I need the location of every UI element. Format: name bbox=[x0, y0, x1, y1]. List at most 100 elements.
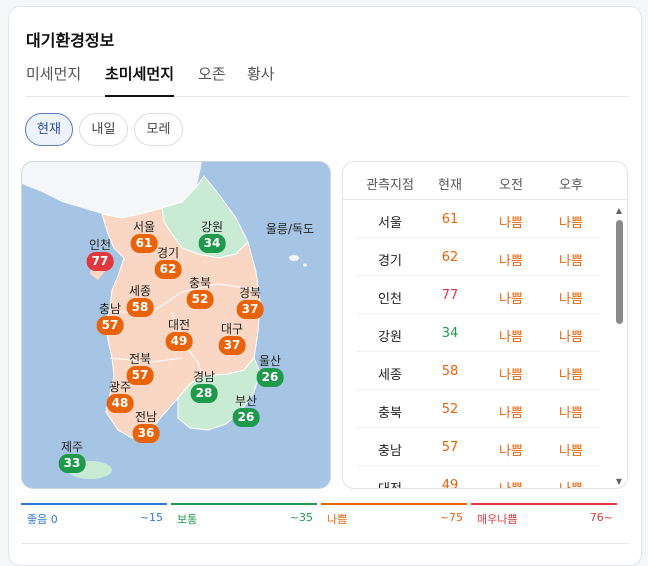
row-am: 나쁨 bbox=[499, 292, 523, 307]
region-label-gyeongbuk: 경북 bbox=[238, 286, 262, 300]
legend-bad-label: 나쁨 bbox=[327, 513, 348, 526]
tab-pm25[interactable]: 초미세먼지 bbox=[105, 63, 175, 97]
row-am: 나쁨 bbox=[499, 330, 523, 345]
legend-normal-max: ~35 bbox=[289, 511, 313, 524]
region-badge-gyeonggi[interactable]: 62 bbox=[154, 260, 182, 279]
row-site: 대전 bbox=[378, 478, 402, 488]
region-badge-daegu[interactable]: 37 bbox=[218, 336, 246, 355]
region-label-daegu: 대구 bbox=[220, 322, 244, 336]
legend-very-bad-max: 76~ bbox=[589, 511, 613, 524]
legend-normal-bar bbox=[171, 503, 317, 505]
station-table: 관측지점 현재 오전 오후 서울 61 나쁨 나쁨 경기 62 나쁨 나쁨 인천… bbox=[342, 161, 628, 489]
day-button-tomorrow[interactable]: 내일 bbox=[79, 113, 128, 146]
region-label-busan: 부산 bbox=[234, 394, 258, 408]
row-now: 52 bbox=[441, 402, 459, 417]
region-label-jeonnam: 전남 bbox=[134, 410, 158, 424]
header-now: 현재 bbox=[438, 178, 462, 193]
table-row[interactable]: 대전 49 나쁨 나쁨 bbox=[357, 466, 599, 489]
day-button-today[interactable]: 현재 bbox=[25, 113, 73, 146]
header-pm: 오후 bbox=[559, 178, 583, 193]
row-pm: 나쁨 bbox=[559, 444, 583, 459]
tab-ozone[interactable]: 오존 bbox=[198, 63, 226, 97]
korea-map: 울릉/독도 서울 61 경기 62 인천 77 강원 34 세종 58 충북 5… bbox=[21, 161, 331, 489]
day-button-day-after[interactable]: 모레 bbox=[134, 113, 183, 146]
region-badge-daejeon[interactable]: 49 bbox=[165, 332, 193, 351]
region-label-gangwon: 강원 bbox=[200, 220, 224, 234]
legend-very-bad-bar bbox=[471, 503, 617, 505]
row-am: 나쁨 bbox=[499, 444, 523, 459]
header-site: 관측지점 bbox=[366, 178, 414, 193]
legend-normal-label: 보통 bbox=[177, 513, 198, 526]
scrollbar-thumb[interactable] bbox=[616, 220, 623, 324]
row-site: 경기 bbox=[378, 254, 402, 269]
region-label-jeju: 제주 bbox=[60, 440, 84, 454]
region-badge-chungnam[interactable]: 57 bbox=[96, 316, 124, 335]
row-site: 서울 bbox=[378, 216, 402, 231]
region-label-incheon: 인천 bbox=[88, 238, 112, 252]
table-row[interactable]: 강원 34 나쁨 나쁨 bbox=[357, 314, 599, 352]
region-badge-gwangju[interactable]: 48 bbox=[106, 394, 134, 413]
row-site: 충남 bbox=[378, 444, 402, 459]
table-row[interactable]: 충북 52 나쁨 나쁨 bbox=[357, 390, 599, 428]
row-site: 세종 bbox=[378, 368, 402, 383]
region-badge-sejong[interactable]: 58 bbox=[126, 298, 154, 317]
legend-good-label: 좋음 0 bbox=[27, 513, 58, 526]
region-badge-ulsan[interactable]: 26 bbox=[256, 368, 284, 387]
row-now: 77 bbox=[441, 288, 459, 303]
scroll-up-arrow-icon[interactable]: ▲ bbox=[615, 206, 623, 215]
region-badge-gyeongbuk[interactable]: 37 bbox=[236, 300, 264, 319]
region-label-jeonbuk: 전북 bbox=[128, 352, 152, 366]
region-label-ulsan: 울산 bbox=[258, 354, 282, 368]
legend-bad-bar bbox=[321, 503, 467, 505]
row-am: 나쁨 bbox=[499, 254, 523, 269]
region-label-sejong: 세종 bbox=[128, 284, 152, 298]
table-row[interactable]: 충남 57 나쁨 나쁨 bbox=[357, 428, 599, 466]
legend-very-bad-label: 매우나쁨 bbox=[477, 513, 518, 526]
row-site: 인천 bbox=[378, 292, 402, 307]
tab-pm10[interactable]: 미세먼지 bbox=[26, 63, 81, 97]
row-am: 나쁨 bbox=[499, 216, 523, 231]
air-quality-card: 대기환경정보 미세먼지 초미세먼지 오존 황사 현재 내일 모레 울릉/독도 서… bbox=[8, 6, 642, 566]
table-header: 관측지점 현재 오전 오후 bbox=[343, 162, 627, 200]
scroll-down-arrow-icon[interactable]: ▼ bbox=[615, 477, 623, 486]
legend-good-bar bbox=[21, 503, 167, 505]
table-scrollbar[interactable]: ▲ ▼ bbox=[615, 206, 623, 486]
table-row[interactable]: 인천 77 나쁨 나쁨 bbox=[357, 276, 599, 314]
region-badge-jeju[interactable]: 33 bbox=[58, 454, 86, 473]
region-label-daejeon: 대전 bbox=[167, 318, 191, 332]
row-site: 강원 bbox=[378, 330, 402, 345]
row-now: 58 bbox=[441, 364, 459, 379]
row-am: 나쁨 bbox=[499, 406, 523, 421]
row-pm: 나쁨 bbox=[559, 292, 583, 307]
region-label-gwangju: 광주 bbox=[108, 380, 132, 394]
region-badge-gyeongnam[interactable]: 28 bbox=[190, 384, 218, 403]
row-pm: 나쁨 bbox=[559, 254, 583, 269]
table-row[interactable]: 세종 58 나쁨 나쁨 bbox=[357, 352, 599, 390]
region-badge-jeonnam[interactable]: 36 bbox=[132, 424, 160, 443]
region-badge-seoul[interactable]: 61 bbox=[130, 234, 158, 253]
legend-very-bad: 매우나쁨 76~ bbox=[471, 503, 617, 527]
region-badge-incheon[interactable]: 77 bbox=[86, 252, 114, 271]
row-pm: 나쁨 bbox=[559, 406, 583, 421]
row-pm: 나쁨 bbox=[559, 478, 583, 488]
row-now: 61 bbox=[441, 212, 459, 227]
row-now: 62 bbox=[441, 250, 459, 265]
row-pm: 나쁨 bbox=[559, 216, 583, 231]
tab-yellow-dust[interactable]: 황사 bbox=[247, 63, 275, 97]
region-label-chungnam: 충남 bbox=[98, 302, 122, 316]
table-row[interactable]: 서울 61 나쁨 나쁨 bbox=[357, 200, 599, 238]
legend-good-max: ~15 bbox=[139, 511, 163, 524]
region-label-gyeonggi: 경기 bbox=[156, 246, 180, 260]
table-row[interactable]: 경기 62 나쁨 나쁨 bbox=[357, 238, 599, 276]
region-badge-gangwon[interactable]: 34 bbox=[198, 234, 226, 253]
region-badge-busan[interactable]: 26 bbox=[232, 408, 260, 427]
row-now: 49 bbox=[441, 478, 459, 489]
row-site: 충북 bbox=[378, 406, 402, 421]
header-am: 오전 bbox=[499, 178, 523, 193]
region-badge-chungbuk[interactable]: 52 bbox=[186, 290, 214, 309]
pollutant-tabs: 미세먼지 초미세먼지 오존 황사 bbox=[26, 63, 629, 97]
row-pm: 나쁨 bbox=[559, 330, 583, 345]
row-now: 34 bbox=[441, 326, 459, 341]
row-pm: 나쁨 bbox=[559, 368, 583, 383]
divider bbox=[21, 543, 629, 544]
